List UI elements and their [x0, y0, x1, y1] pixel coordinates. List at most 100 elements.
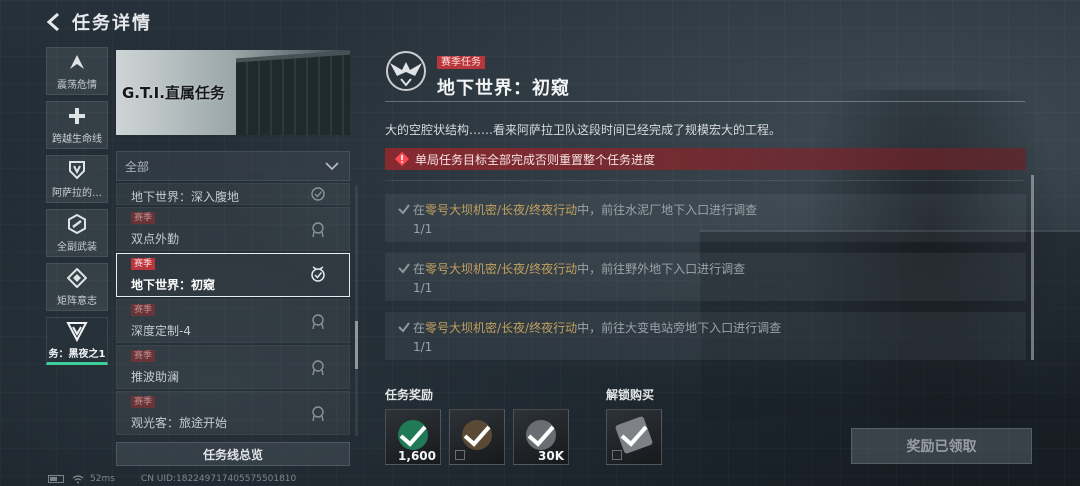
divider	[385, 101, 1025, 102]
nav-item-6[interactable]: 务：黑夜之1	[46, 317, 108, 365]
reward-item-2[interactable]	[449, 409, 505, 465]
list-item[interactable]: 赛季 双点外勤	[116, 207, 350, 251]
nav-item-2[interactable]: 跨越生命线	[46, 101, 108, 149]
unlock-label: 解锁购买	[606, 388, 655, 402]
warning-banner: 单局任务目标全部完成否则重置整个任务进度	[385, 148, 1026, 170]
claimed-check-icon	[399, 425, 427, 447]
detail-scrollbar[interactable]	[1031, 175, 1034, 360]
nav-item-label: 跨越生命线	[52, 134, 102, 145]
list-item[interactable]: 赛季 观光客：旅途开始	[116, 391, 350, 435]
eagle-emblem-icon	[386, 51, 426, 91]
task-list-scrollbar[interactable]	[355, 186, 358, 436]
warning-text: 单局任务目标全部完成否则重置整个任务进度	[415, 152, 656, 167]
status-bar: 52ms CN UID:182249717405575501810	[48, 474, 296, 484]
nav-item-5[interactable]: 矩阵意志	[46, 263, 108, 311]
nav-item-label: 全副武装	[57, 242, 97, 253]
shield-v-icon	[66, 159, 88, 181]
task-line-overview-button[interactable]: 任务线总览	[116, 442, 350, 466]
task-line-banner: G.T.I.直属任务	[116, 50, 350, 135]
battery-icon	[48, 475, 64, 483]
claimed-ribbon-icon	[312, 222, 324, 238]
claimed-ribbon-icon	[311, 266, 325, 282]
objective-progress: 1/1	[413, 281, 433, 295]
season-tag: 赛季	[131, 304, 156, 316]
claimed-check-icon	[527, 425, 555, 447]
nav-item-label: 务：黑夜之1	[48, 349, 106, 360]
filter-dropdown[interactable]: 全部	[116, 151, 350, 181]
objective-text: 在零号大坝机密/长夜/终夜行动中，前往野外地下入口进行调查	[413, 262, 746, 276]
objective-item: 在零号大坝机密/长夜/终夜行动中，前往大变电站旁地下入口进行调查 1/1	[385, 312, 1026, 360]
header: 任务详情	[40, 8, 152, 36]
rewards-label: 任务奖励	[385, 388, 434, 402]
claimed-ribbon-icon	[312, 314, 324, 330]
unlock-item-1[interactable]	[606, 409, 662, 465]
lock-icon	[612, 450, 622, 460]
chevron-a-icon	[66, 51, 88, 73]
crate-illustration	[236, 50, 350, 135]
objective-text: 在零号大坝机密/长夜/终夜行动中，前往大变电站旁地下入口进行调查	[413, 321, 782, 335]
claimed-check-icon	[620, 425, 648, 447]
mode-highlight: 零号大坝机密/长夜/终夜行动	[425, 203, 578, 217]
chevron-down-icon	[325, 162, 339, 171]
objective-progress: 1/1	[413, 340, 433, 354]
season-tag: 赛季	[131, 396, 156, 408]
check-icon	[398, 322, 410, 333]
season-tag: 赛季	[131, 212, 156, 224]
objective-item: 在零号大坝机密/长夜/终夜行动中，前往水泥厂地下入口进行调查 1/1	[385, 194, 1026, 242]
nav-item-label: 矩阵意志	[57, 296, 97, 307]
mode-highlight: 零号大坝机密/长夜/终夜行动	[425, 262, 578, 276]
season-task-tag: 赛季任务	[437, 56, 485, 69]
task-name: 地下世界：深入腹地	[131, 190, 240, 204]
cross-plus-icon	[66, 105, 88, 127]
check-icon	[398, 263, 410, 274]
objective-text: 在零号大坝机密/长夜/终夜行动中，前往水泥厂地下入口进行调查	[413, 203, 758, 217]
season-tag: 赛季	[131, 258, 156, 270]
list-item[interactable]: 赛季 深度定制-4	[116, 299, 350, 343]
warning-icon	[395, 152, 409, 166]
nav-item-3[interactable]: 阿萨拉的…	[46, 155, 108, 203]
scrollbar-thumb[interactable]	[355, 321, 358, 369]
list-item[interactable]: 地下世界：深入腹地	[116, 183, 350, 205]
mode-highlight: 零号大坝机密/长夜/终夜行动	[425, 321, 578, 335]
triangle-v-icon	[66, 320, 88, 342]
nav-item-4[interactable]: 全副武装	[46, 209, 108, 257]
task-list: 地下世界：深入腹地 赛季 双点外勤 赛季 地下世界：初窥 赛季 深度定制-4 赛…	[116, 183, 354, 436]
season-tag: 赛季	[131, 350, 156, 362]
task-name: 观光客：旅途开始	[131, 416, 228, 430]
claimed-ribbon-icon	[312, 406, 324, 422]
task-name: 推波助澜	[131, 370, 180, 384]
reward-item-3[interactable]: 30K	[513, 409, 569, 465]
nav-item-1[interactable]: 震荡危情	[46, 47, 108, 95]
completed-check-icon	[311, 187, 325, 201]
nav-item-label: 阿萨拉的…	[52, 188, 102, 199]
diamond-target-icon	[66, 267, 88, 289]
reward-item-1[interactable]: 1,600	[385, 409, 441, 465]
reward-quantity: 1,600	[398, 449, 436, 463]
task-title: 地下世界：初窥	[437, 78, 570, 99]
claimed-check-icon	[463, 425, 491, 447]
page-title: 任务详情	[72, 13, 152, 34]
banner-title: G.T.I.直属任务	[122, 84, 225, 102]
uid-text: CN UID:182249717405575501810	[140, 474, 297, 484]
task-name: 双点外勤	[131, 232, 180, 246]
objective-progress: 1/1	[413, 222, 433, 236]
task-name: 地下世界：初窥	[131, 278, 216, 292]
list-item[interactable]: 赛季 推波助澜	[116, 345, 350, 389]
objective-item: 在零号大坝机密/长夜/终夜行动中，前往野外地下入口进行调查 1/1	[385, 253, 1026, 301]
category-nav: 震荡危情 跨越生命线 阿萨拉的… 全副武装 矩阵意志 务：黑夜之1	[46, 47, 108, 371]
back-arrow-icon[interactable]	[40, 8, 68, 36]
task-description: 大的空腔状结构……看来阿萨拉卫队这段时间已经完成了规模宏大的工程。	[385, 123, 782, 137]
task-name: 深度定制-4	[131, 324, 191, 338]
divider	[385, 180, 1025, 181]
reward-quantity: 30K	[538, 449, 564, 463]
wifi-icon	[72, 474, 84, 483]
list-item-selected[interactable]: 赛季 地下世界：初窥	[116, 253, 350, 297]
claimed-ribbon-icon	[312, 360, 324, 376]
ping-value: 52ms	[90, 474, 115, 484]
hexagon-slash-icon	[66, 213, 88, 235]
reward-claimed-button[interactable]: 奖励已领取	[851, 428, 1032, 464]
check-icon	[398, 204, 410, 215]
nav-item-label: 震荡危情	[57, 80, 97, 91]
filter-selected: 全部	[125, 159, 150, 174]
lock-icon	[455, 450, 465, 460]
